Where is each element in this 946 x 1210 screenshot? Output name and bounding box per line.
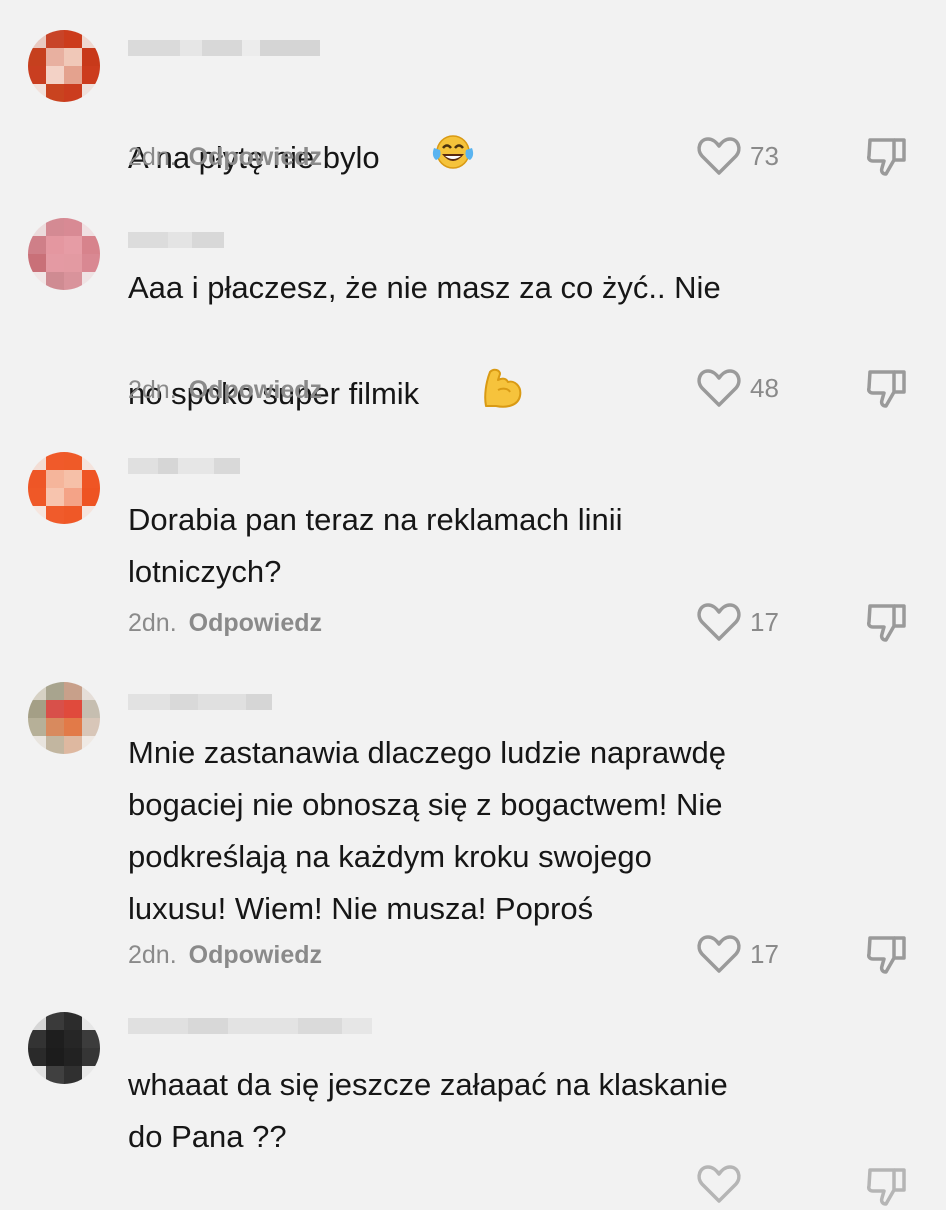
like-button[interactable]: 17	[696, 600, 779, 644]
username[interactable]	[128, 40, 320, 56]
username[interactable]	[128, 458, 240, 474]
flexed-biceps-icon	[428, 314, 524, 478]
thumbs-down-icon[interactable]	[864, 600, 910, 646]
username[interactable]	[128, 694, 272, 710]
heart-icon	[697, 935, 741, 973]
avatar[interactable]	[28, 1012, 100, 1084]
like-button[interactable]	[696, 1162, 742, 1206]
like-count: 48	[750, 372, 779, 403]
heart-icon	[697, 369, 741, 407]
avatar[interactable]	[28, 682, 100, 754]
reply-button[interactable]: Odpowiedz	[189, 376, 322, 404]
timestamp: 2dn.	[128, 376, 177, 404]
avatar[interactable]	[28, 452, 100, 524]
heart-icon	[697, 1165, 741, 1203]
reply-button[interactable]: Odpowiedz	[189, 609, 322, 637]
reply-button[interactable]: Odpowiedz	[189, 941, 322, 969]
comment-text: Mnie zastanawia dlaczego ludzie naprawdę…	[128, 735, 726, 926]
username[interactable]	[128, 1018, 372, 1034]
avatar[interactable]	[28, 30, 100, 102]
like-button[interactable]: 48	[696, 366, 779, 410]
timestamp: 2dn.	[128, 609, 177, 637]
like-button[interactable]: 17	[696, 932, 779, 976]
face-with-tears-of-joy-icon	[380, 80, 476, 240]
like-count: 17	[750, 938, 779, 969]
thumbs-down-icon[interactable]	[864, 134, 910, 180]
heart-icon	[697, 603, 741, 641]
thumbs-down-icon[interactable]	[864, 1164, 910, 1210]
like-count: 73	[750, 140, 779, 171]
thumbs-down-icon[interactable]	[864, 366, 910, 412]
timestamp: 2dn.	[128, 941, 177, 969]
like-button[interactable]: 73	[696, 134, 779, 178]
like-count: 17	[750, 606, 779, 637]
heart-icon	[697, 137, 741, 175]
username[interactable]	[128, 232, 224, 248]
comment-text: whaaat da się jeszcze załapać na klaskan…	[128, 1067, 728, 1154]
avatar[interactable]	[28, 218, 100, 290]
comment-meta: 2dn. Odpowiedz	[128, 609, 322, 638]
comment-meta: 2dn. Odpowiedz	[128, 941, 322, 970]
reply-button[interactable]: Odpowiedz	[189, 143, 322, 171]
comment-text: Dorabia pan teraz na reklamach linii lot…	[128, 502, 623, 589]
thumbs-down-icon[interactable]	[864, 932, 910, 978]
comment-meta: 2dn. Odpowiedz	[128, 143, 322, 172]
timestamp: 2dn.	[128, 143, 177, 171]
comment-meta: 2dn. Odpowiedz	[128, 376, 322, 405]
